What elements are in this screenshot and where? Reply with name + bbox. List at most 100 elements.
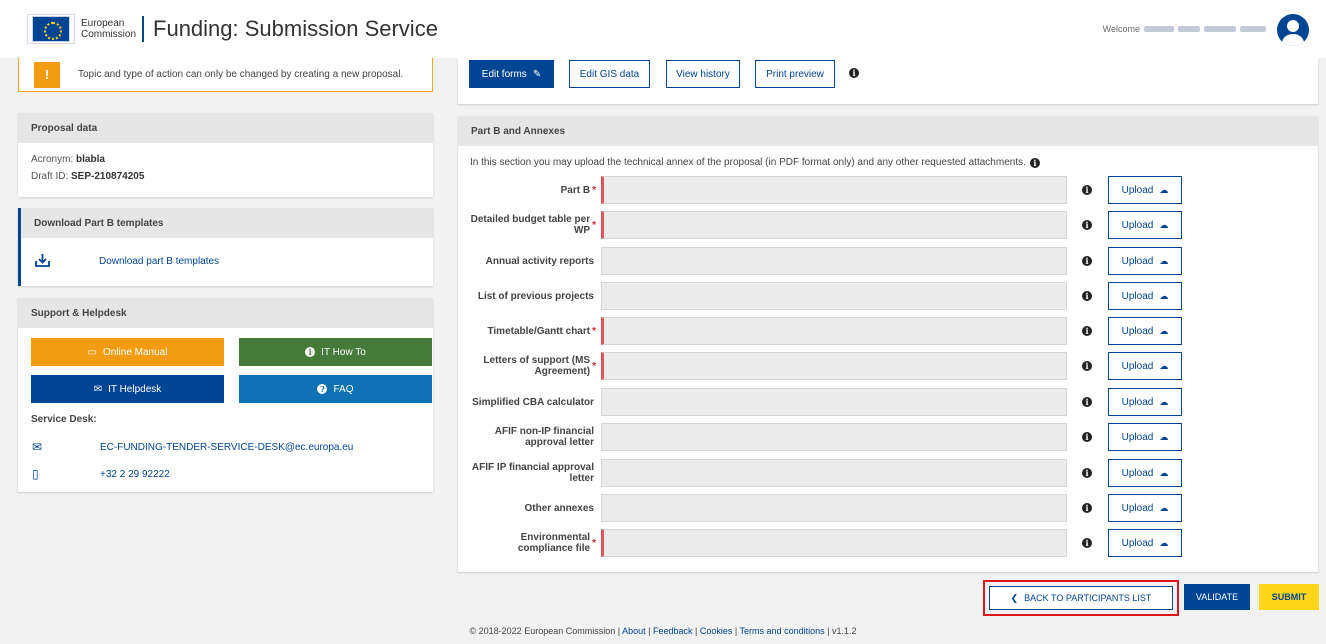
envelope-icon: ✉: [93, 383, 103, 395]
cloud-upload-icon: ☁: [1159, 467, 1169, 478]
question-icon: ?: [317, 384, 328, 394]
draft-id: Draft ID: SEP-210874205: [31, 171, 145, 182]
cookies-link[interactable]: Cookies: [700, 626, 733, 636]
eu-flag-icon: [27, 14, 75, 44]
terms-link[interactable]: Terms and conditions: [740, 626, 825, 636]
annex-file-field[interactable]: [601, 211, 1067, 239]
proposal-data-panel: Proposal data Acronym: blabla Draft ID: …: [18, 113, 433, 197]
panel-title: Support & Helpdesk: [18, 298, 433, 328]
annex-file-field[interactable]: [601, 282, 1067, 310]
pencil-icon: ✎: [532, 68, 542, 80]
proposal-toolbar: Edit forms ✎ Edit GIS data View history P…: [458, 58, 1318, 104]
header-divider: [142, 16, 145, 42]
submit-button[interactable]: SUBMIT: [1259, 584, 1319, 610]
it-helpdesk-button[interactable]: ✉ IT Helpdesk: [31, 375, 224, 403]
annex-file-field[interactable]: [601, 494, 1067, 522]
panel-title: Proposal data: [18, 113, 433, 143]
info-icon[interactable]: i: [1082, 291, 1092, 301]
annex-file-field[interactable]: [601, 388, 1067, 416]
info-icon[interactable]: i: [1082, 326, 1092, 336]
annex-label: AFIF IP financial approval letter: [471, 462, 594, 484]
app-title: Funding: Submission Service: [153, 16, 438, 41]
annex-file-field[interactable]: [601, 529, 1067, 557]
upload-button[interactable]: Upload ☁: [1108, 388, 1182, 416]
cloud-upload-icon: ☁: [1159, 502, 1169, 513]
info-icon[interactable]: i: [1082, 185, 1092, 195]
acronym: Acronym: blabla: [31, 154, 105, 165]
annex-file-field[interactable]: [601, 459, 1067, 487]
it-how-to-button[interactable]: i IT How To: [239, 338, 432, 366]
panel-title: Part B and Annexes: [458, 116, 1318, 146]
annex-label: Timetable/Gantt chart *: [487, 325, 596, 337]
highlight-box: ❮ BACK TO PARTICIPANTS LIST: [983, 580, 1179, 616]
welcome-text: Welcome: [1103, 24, 1266, 34]
feedback-link[interactable]: Feedback: [653, 626, 693, 636]
annex-file-field[interactable]: [601, 176, 1067, 204]
print-preview-button[interactable]: Print preview: [755, 60, 835, 88]
upload-button[interactable]: Upload ☁: [1108, 423, 1182, 451]
cloud-upload-icon: ☁: [1159, 360, 1169, 371]
validate-button[interactable]: VALIDATE: [1184, 584, 1250, 610]
annex-label: Annual activity reports: [485, 255, 594, 267]
info-icon[interactable]: i: [1082, 432, 1092, 442]
email-link[interactable]: EC-FUNDING-TENDER-SERVICE-DESK@ec.europa…: [100, 442, 353, 453]
online-manual-button[interactable]: ▭ Online Manual: [31, 338, 224, 366]
service-desk-phone: ▯ +32 2 29 92222: [32, 467, 170, 481]
service-desk-label: Service Desk:: [31, 414, 97, 425]
annex-file-field[interactable]: [601, 423, 1067, 451]
upload-button[interactable]: Upload ☁: [1108, 317, 1182, 345]
warning-text: Topic and type of action can only be cha…: [78, 69, 404, 80]
user-avatar-icon[interactable]: [1277, 14, 1309, 46]
annex-row: Letters of support (MS Agreement) * i Uploa…: [458, 352, 1318, 380]
annex-label: AFIF non-IP financial approval letter: [494, 426, 594, 448]
phone-icon: ▯: [32, 467, 39, 481]
annex-label: Simplified CBA calculator: [472, 396, 594, 408]
cloud-upload-icon: ☁: [1159, 219, 1169, 230]
required-marker: *: [592, 537, 596, 549]
annex-row: AFIF non-IP financial approval letter i Up…: [458, 423, 1318, 451]
info-icon[interactable]: i: [1082, 361, 1092, 371]
info-icon[interactable]: i: [849, 68, 859, 78]
annex-label: Letters of support (MS Agreement) *: [483, 355, 596, 377]
cloud-upload-icon: ☁: [1159, 396, 1169, 407]
download-templates-panel: Download Part B templates Download part …: [18, 208, 433, 286]
cloud-upload-icon: ☁: [1159, 184, 1169, 195]
upload-button[interactable]: Upload ☁: [1108, 282, 1182, 310]
envelope-icon: ✉: [32, 440, 43, 454]
view-history-button[interactable]: View history: [666, 60, 740, 88]
edit-gis-button[interactable]: Edit GIS data: [569, 60, 650, 88]
faq-button[interactable]: ? FAQ: [239, 375, 432, 403]
upload-button[interactable]: Upload ☁: [1108, 529, 1182, 557]
phone-link[interactable]: +32 2 29 92222: [100, 469, 170, 480]
ec-logo[interactable]: European Commission Funding: Submission …: [27, 14, 438, 44]
info-icon[interactable]: i: [1082, 220, 1092, 230]
annex-file-field[interactable]: [601, 247, 1067, 275]
cloud-upload-icon: ☁: [1159, 255, 1169, 266]
annex-row: Part B * i Upload ☁: [458, 176, 1318, 204]
part-b-annexes-panel: Part B and Annexes In this section you m…: [458, 116, 1318, 572]
upload-button[interactable]: Upload ☁: [1108, 211, 1182, 239]
info-icon[interactable]: i: [1082, 538, 1092, 548]
edit-forms-button[interactable]: Edit forms ✎: [469, 60, 554, 88]
upload-button[interactable]: Upload ☁: [1108, 247, 1182, 275]
annex-row: Detailed budget table per WP * i Upload ☁: [458, 211, 1318, 239]
back-to-participants-button[interactable]: ❮ BACK TO PARTICIPANTS LIST: [989, 586, 1173, 610]
required-marker: *: [592, 325, 596, 337]
required-marker: *: [592, 219, 596, 231]
info-icon[interactable]: i: [1082, 397, 1092, 407]
info-icon[interactable]: i: [1029, 157, 1040, 168]
download-icon: [35, 253, 51, 271]
annex-file-field[interactable]: [601, 317, 1067, 345]
info-icon[interactable]: i: [1082, 468, 1092, 478]
annex-label: Detailed budget table per WP *: [470, 214, 596, 236]
upload-button[interactable]: Upload ☁: [1108, 352, 1182, 380]
upload-button[interactable]: Upload ☁: [1108, 494, 1182, 522]
upload-button[interactable]: Upload ☁: [1108, 459, 1182, 487]
download-templates-link[interactable]: Download part B templates: [99, 256, 219, 267]
info-icon[interactable]: i: [1082, 503, 1092, 513]
footer: © 2018-2022 European Commission | About …: [469, 626, 857, 636]
info-icon[interactable]: i: [1082, 256, 1092, 266]
annex-file-field[interactable]: [601, 352, 1067, 380]
about-link[interactable]: About: [622, 626, 646, 636]
upload-button[interactable]: Upload ☁: [1108, 176, 1182, 204]
